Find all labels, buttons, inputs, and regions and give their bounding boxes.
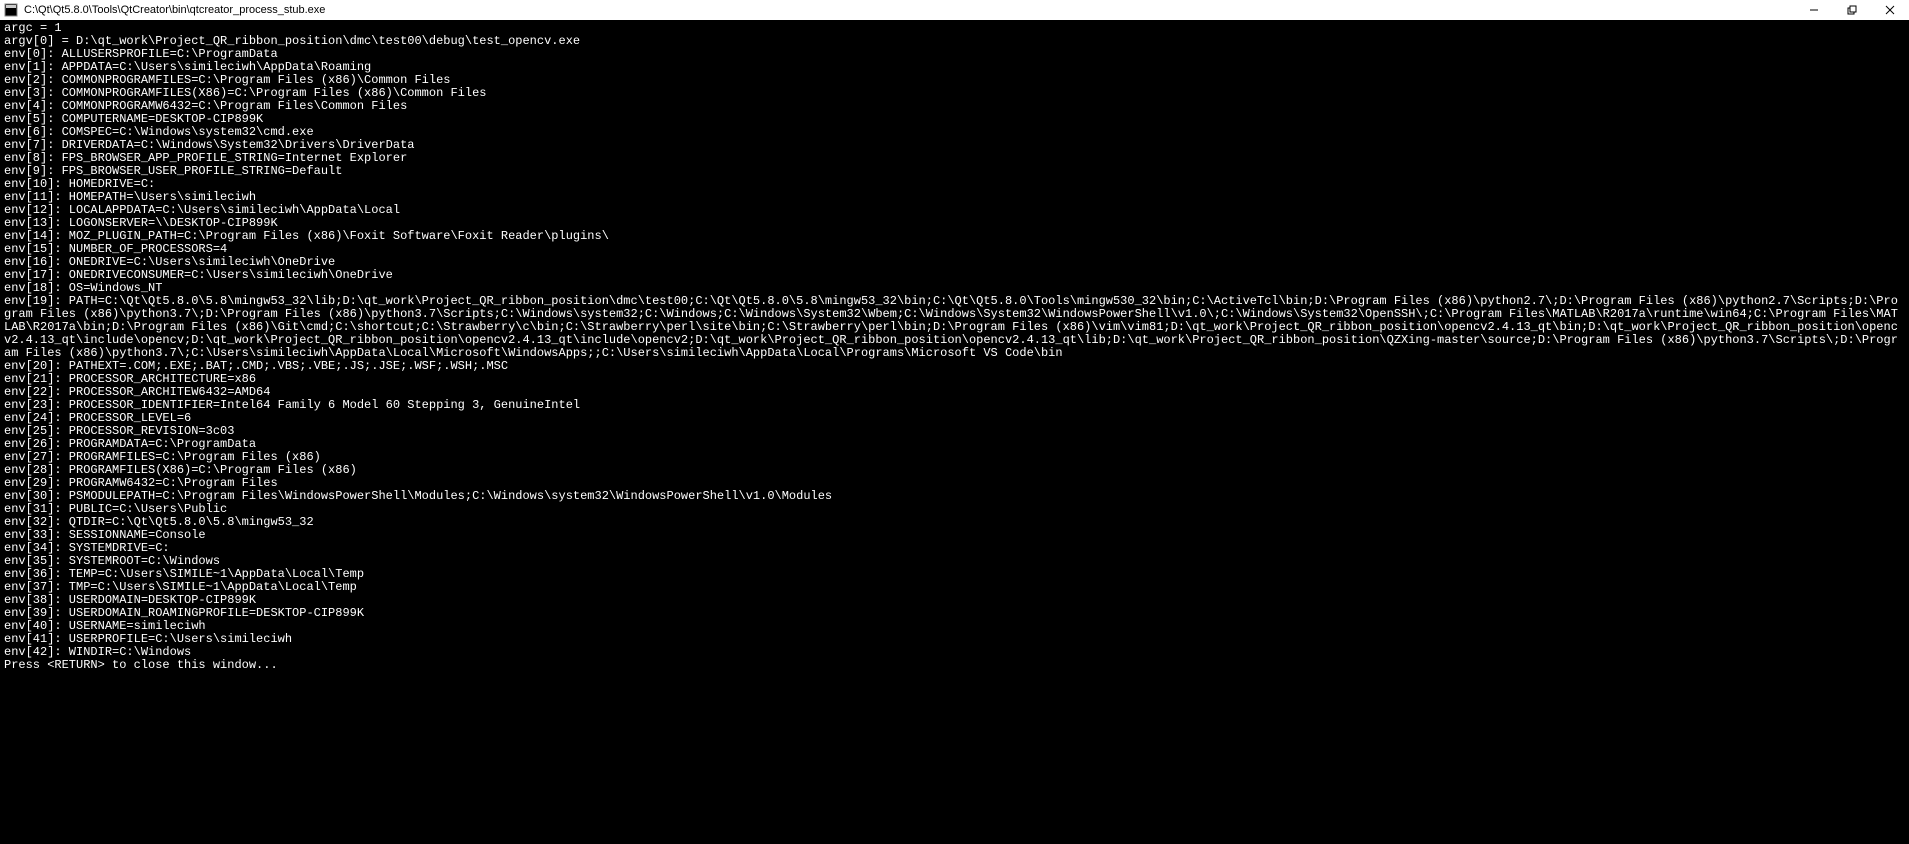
window-title: C:\Qt\Qt5.8.0\Tools\QtCreator\bin\qtcrea… xyxy=(24,4,1795,16)
close-button[interactable] xyxy=(1871,0,1909,20)
app-icon xyxy=(4,3,18,17)
titlebar[interactable]: C:\Qt\Qt5.8.0\Tools\QtCreator\bin\qtcrea… xyxy=(0,0,1909,20)
console-output[interactable]: argc = 1 argv[0] = D:\qt_work\Project_QR… xyxy=(0,20,1909,844)
minimize-button[interactable] xyxy=(1795,0,1833,20)
window-controls xyxy=(1795,0,1909,20)
maximize-button[interactable] xyxy=(1833,0,1871,20)
